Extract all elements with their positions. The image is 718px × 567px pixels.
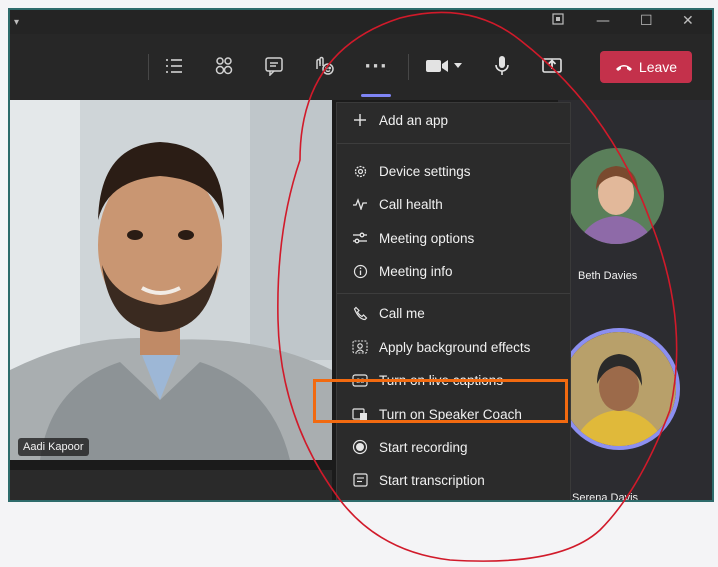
- annotation-circle: [277, 11, 678, 562]
